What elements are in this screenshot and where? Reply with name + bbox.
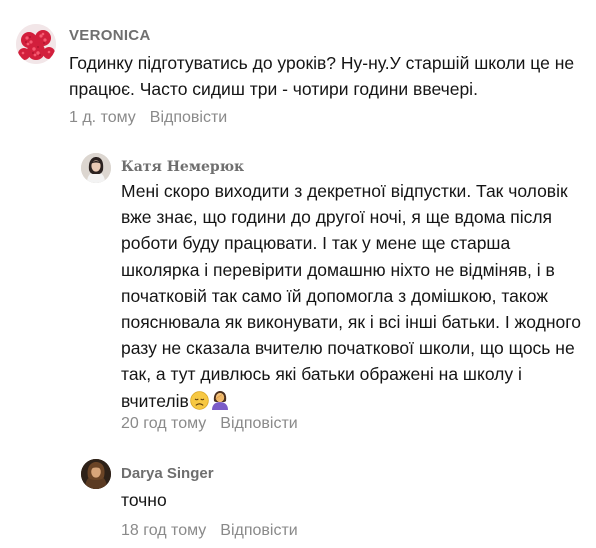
comment-timestamp: 20 год тому bbox=[121, 415, 207, 432]
comment-meta: 20 год тому Відповісти bbox=[121, 415, 298, 433]
comment-author[interactable]: Катя Немерюк bbox=[121, 159, 244, 175]
reply-button[interactable]: Відповісти bbox=[150, 109, 227, 126]
comment-meta: 1 д. тому Відповісти bbox=[69, 109, 227, 127]
reply-button[interactable]: Відповісти bbox=[220, 522, 297, 539]
comment-text: точно bbox=[121, 490, 167, 510]
comment-author[interactable]: Darya Singer bbox=[121, 465, 214, 482]
comment-timestamp: 1 д. тому bbox=[69, 109, 136, 126]
comment-meta: 18 год тому Відповісти bbox=[121, 522, 298, 540]
disappointed-face-emoji bbox=[190, 390, 209, 417]
person-photo-avatar[interactable] bbox=[81, 459, 111, 489]
raspberries-avatar[interactable] bbox=[16, 24, 56, 64]
comment-text: Годинку підготуватись до уроків? Ну-ну.У… bbox=[69, 53, 575, 100]
person-photo-avatar[interactable] bbox=[81, 153, 111, 183]
comment-text-container: Мені скоро виходити з декретної відпустк… bbox=[121, 178, 591, 417]
comment-text: Мені скоро виходити з декретної відпустк… bbox=[121, 181, 581, 411]
comment-timestamp: 18 год тому bbox=[121, 522, 207, 539]
woman-facepalming-emoji bbox=[210, 390, 230, 417]
comment-author[interactable]: VERONICA bbox=[69, 27, 151, 44]
reply-button[interactable]: Відповісти bbox=[220, 415, 297, 432]
